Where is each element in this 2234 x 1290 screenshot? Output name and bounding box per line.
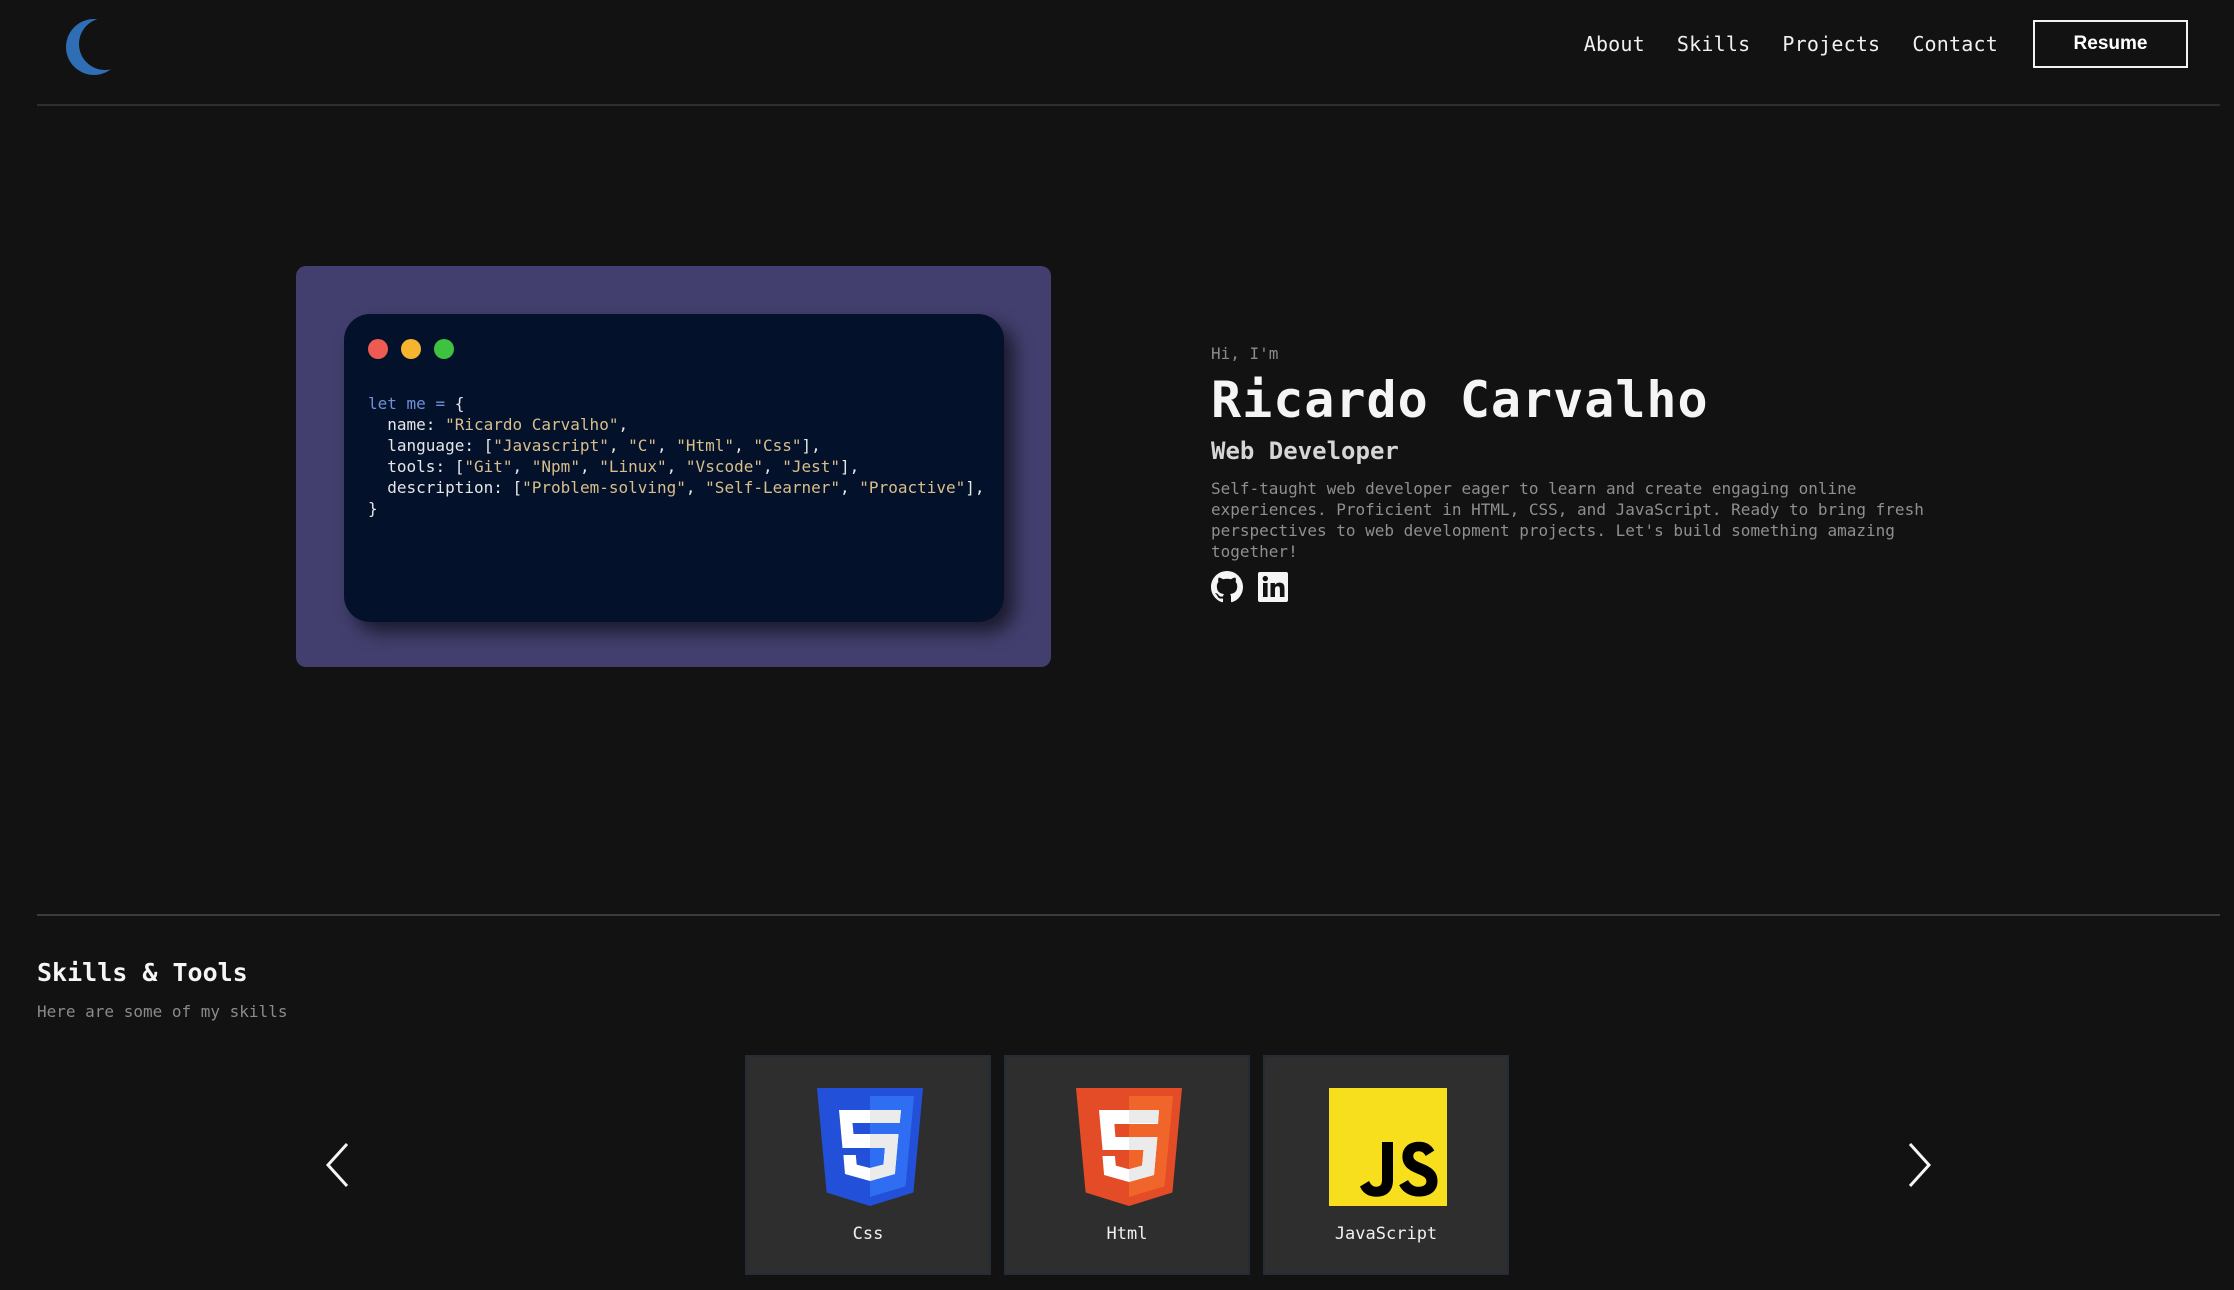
close-dot-icon (368, 339, 388, 359)
code-var-name: me (406, 394, 426, 413)
intro-section: Hi, I'm Ricardo Carvalho Web Developer S… (1211, 344, 1951, 603)
hero-bio: Self-taught web developer eager to learn… (1211, 479, 1924, 561)
page: About Skills Projects Contact Resume let… (0, 0, 2234, 1290)
javascript-icon (1329, 1088, 1447, 1206)
code-key-description: description (387, 478, 494, 497)
code-tool-item: "Vscode" (685, 457, 763, 476)
code-tool-item: "Jest" (782, 457, 841, 476)
code-keyword: let (368, 394, 397, 413)
linkedin-icon[interactable] (1257, 571, 1289, 603)
window-controls (368, 339, 454, 359)
main-nav: About Skills Projects Contact (1584, 32, 1998, 56)
code-window: let me = { name: "Ricardo Carvalho", lan… (344, 314, 1004, 622)
skills-carousel: Css Html JavaScript (745, 1055, 1509, 1275)
code-snippet: let me = { name: "Ricardo Carvalho", lan… (368, 394, 985, 518)
social-links (1211, 571, 1951, 603)
code-key-tools: tools (387, 457, 436, 476)
skill-label: JavaScript (1334, 1224, 1438, 1244)
code-description-item: "Problem-solving" (522, 478, 686, 497)
site-header: About Skills Projects Contact Resume (37, 0, 2220, 106)
resume-button[interactable]: Resume (2033, 20, 2188, 68)
crescent-moon-icon[interactable] (65, 18, 123, 76)
code-language-item: "Javascript" (493, 436, 609, 455)
code-description-item: "Self-Learner" (705, 478, 841, 497)
code-value-name: "Ricardo Carvalho" (445, 415, 619, 434)
code-tool-item: "Git" (464, 457, 513, 476)
skill-card-css[interactable]: Css (745, 1055, 991, 1275)
maximize-dot-icon (434, 339, 454, 359)
greeting-text: Hi, I'm (1211, 344, 1279, 363)
nav-about[interactable]: About (1584, 32, 1645, 56)
code-language-item: "Css" (753, 436, 802, 455)
code-language-item: "C" (628, 436, 657, 455)
hero-name: Ricardo Carvalho (1211, 371, 1709, 429)
code-card-frame: let me = { name: "Ricardo Carvalho", lan… (296, 266, 1051, 667)
code-tool-item: "Linux" (599, 457, 667, 476)
hero-role: Web Developer (1211, 437, 1399, 465)
skills-subtitle: Here are some of my skills (37, 1002, 288, 1021)
css3-icon (817, 1088, 923, 1206)
nav-contact[interactable]: Contact (1912, 32, 1998, 56)
skills-title: Skills & Tools (37, 958, 248, 987)
nav-projects[interactable]: Projects (1782, 32, 1880, 56)
chevron-left-icon[interactable] (323, 1140, 353, 1190)
code-key-language: language (387, 436, 465, 455)
minimize-dot-icon (401, 339, 421, 359)
skill-card-html[interactable]: Html (1004, 1055, 1250, 1275)
html5-icon (1076, 1088, 1182, 1206)
code-key-name: name (387, 415, 426, 434)
code-tool-item: "Npm" (531, 457, 580, 476)
code-description-item: "Proactive" (859, 478, 966, 497)
github-icon[interactable] (1211, 571, 1243, 603)
skill-card-javascript[interactable]: JavaScript (1263, 1055, 1509, 1275)
nav-skills[interactable]: Skills (1677, 32, 1750, 56)
chevron-right-icon[interactable] (1904, 1140, 1934, 1190)
code-language-item: "Html" (676, 436, 735, 455)
skill-label: Css (852, 1224, 884, 1244)
skill-label: Html (1106, 1224, 1148, 1244)
section-divider (37, 914, 2220, 916)
